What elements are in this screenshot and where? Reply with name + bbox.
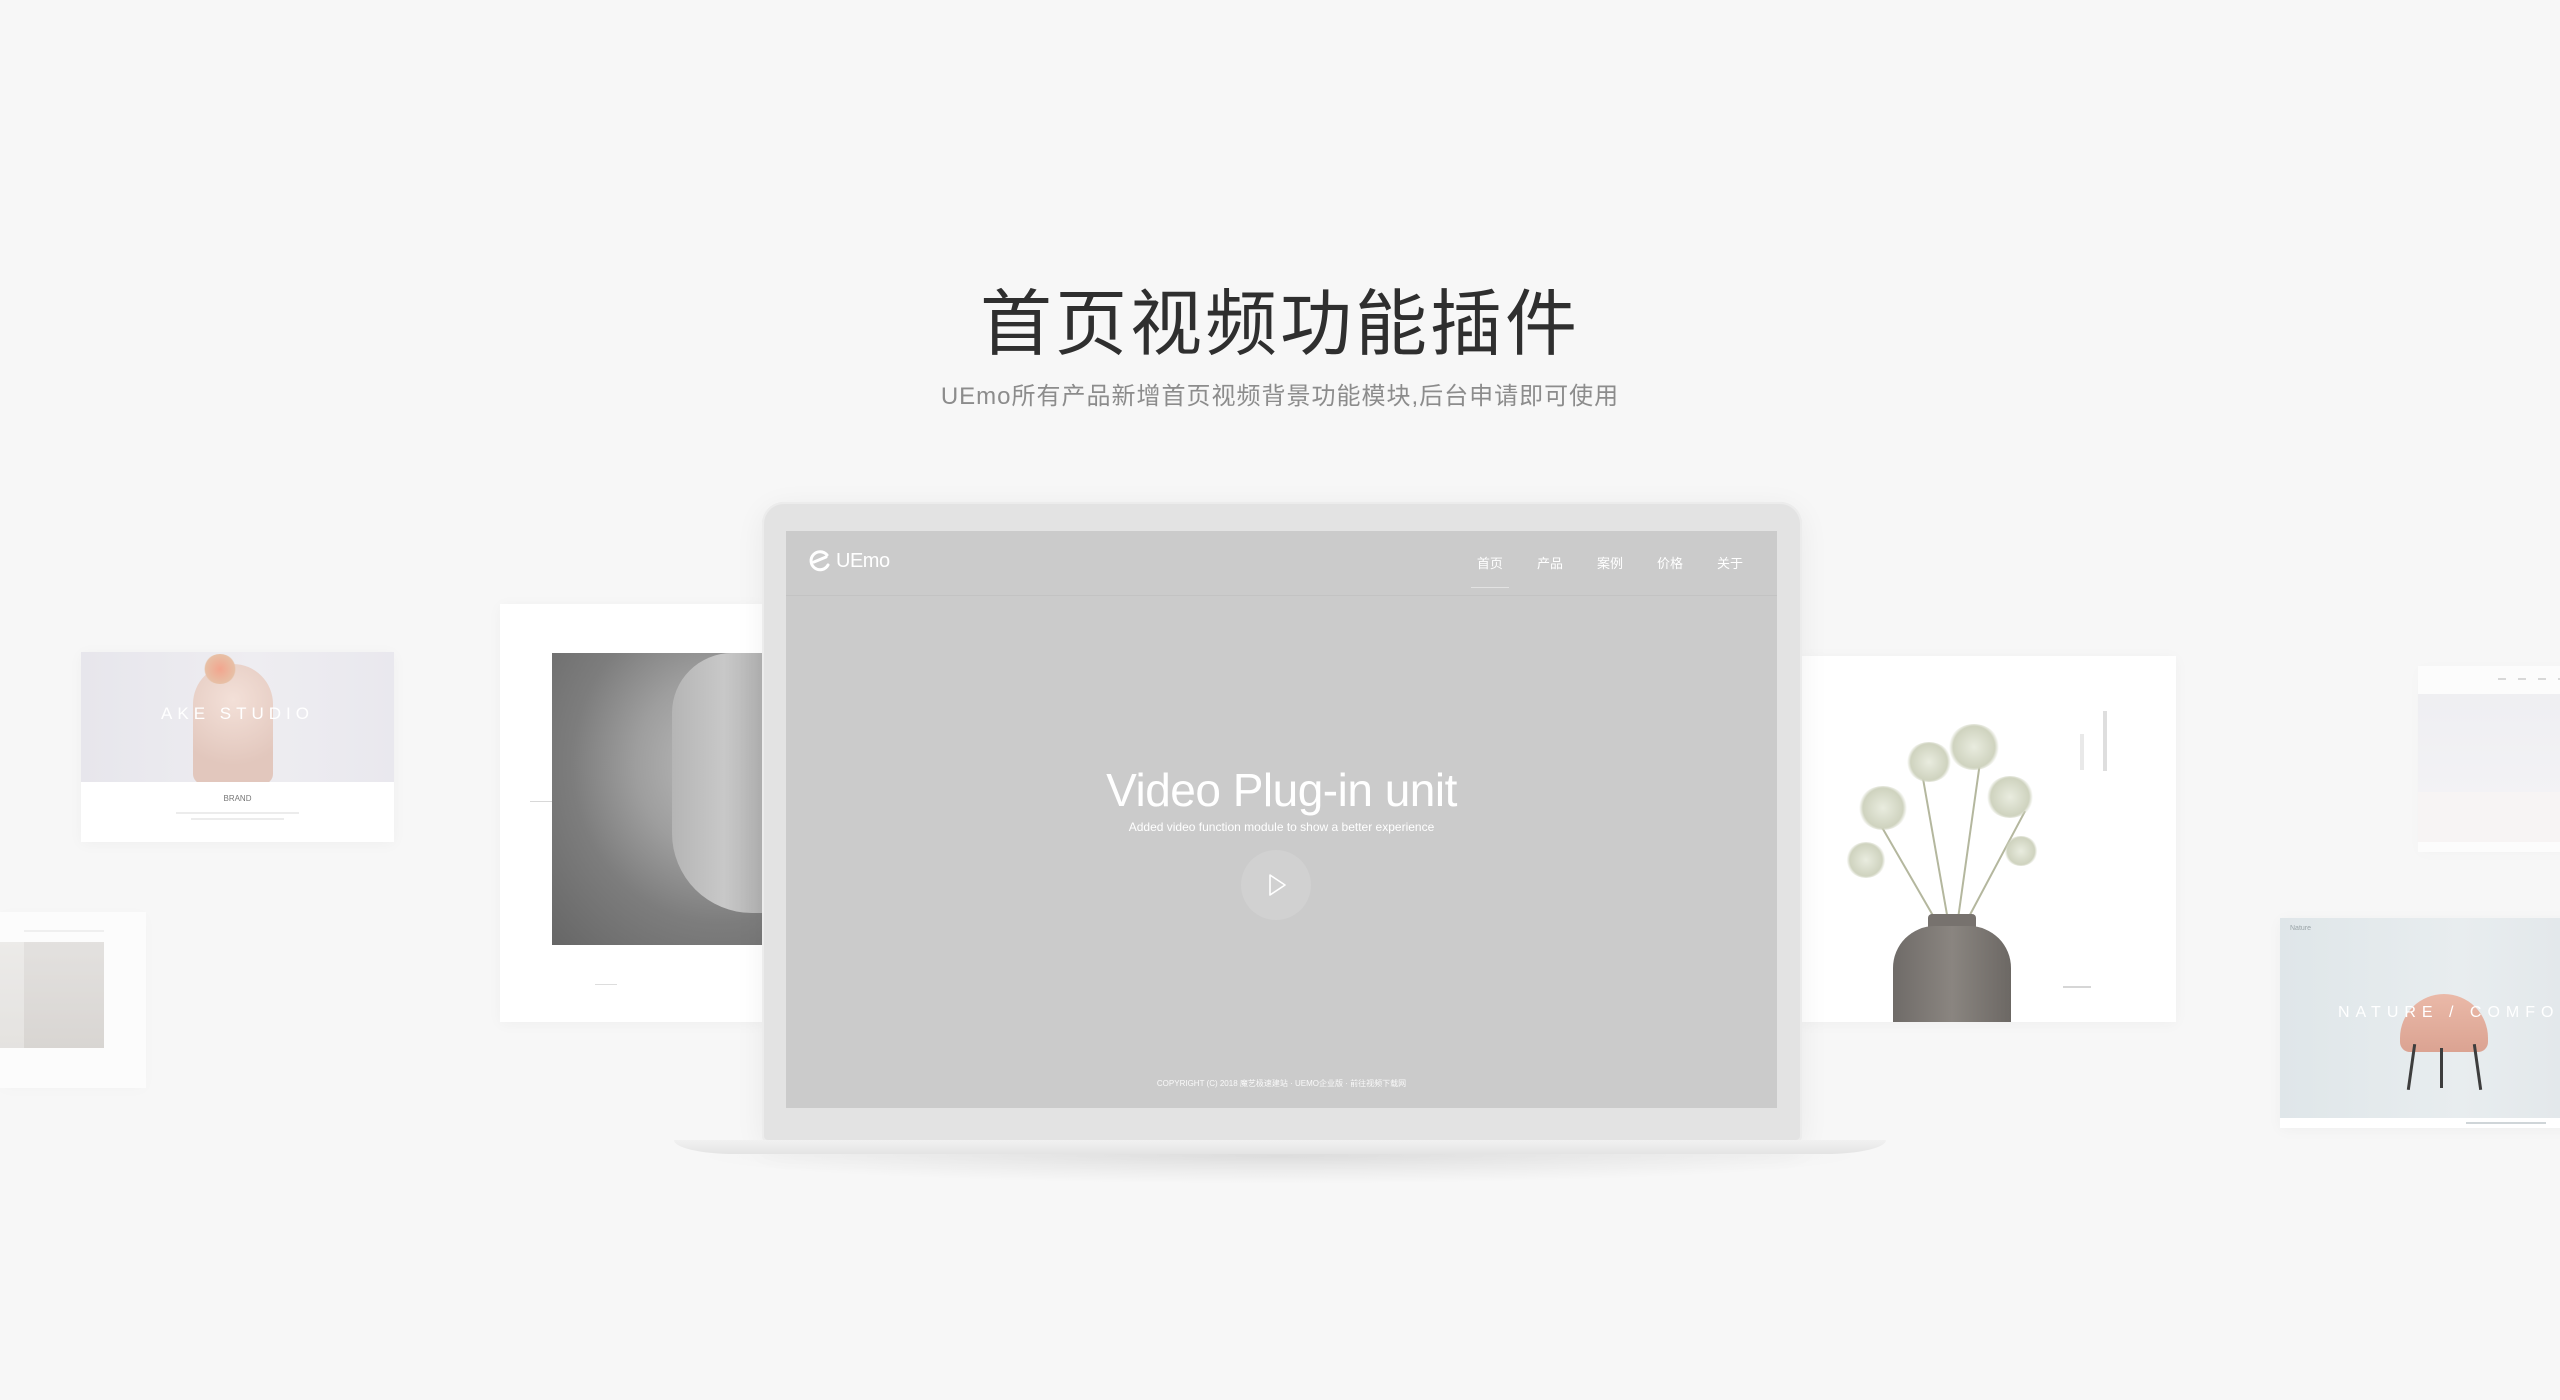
page-title: 首页视频功能插件 — [979, 285, 1580, 365]
play-icon — [1269, 874, 1286, 896]
nav-divider — [786, 595, 1777, 596]
card-divider — [2466, 1122, 2546, 1124]
card-nav-dot — [2498, 678, 2506, 680]
site-nav: 首页 产品 案例 价格 关于 — [1443, 553, 1743, 588]
template-preview-card-portrait — [500, 604, 766, 1022]
card-image — [0, 942, 24, 1048]
laptop-screen: UEmo 首页 产品 案例 价格 关于 Video Plug-in unit A… — [786, 531, 1777, 1108]
template-preview-card-right-top — [2418, 666, 2560, 852]
card-portrait-photo — [552, 653, 766, 945]
template-preview-card-vase — [1798, 656, 2176, 1022]
plant-bloom — [1846, 842, 1886, 878]
card-text-line — [176, 812, 299, 814]
card-divider — [24, 930, 104, 932]
plant-bloom — [1858, 786, 1908, 830]
plant-stem — [1963, 810, 2026, 927]
video-subtitle: Added video function module to show a be… — [1128, 820, 1435, 834]
card-title: NATURE / COMFORT — [2338, 1004, 2560, 1021]
card-tag: BRAND — [223, 794, 252, 803]
chair-leg — [2440, 1048, 2443, 1088]
card-divider — [2063, 986, 2091, 988]
card-nav-dot — [2538, 678, 2546, 680]
site-logo-text: UEmo — [836, 549, 890, 572]
template-preview-card-studio: AKE STUDIO BRAND — [81, 652, 394, 842]
card-vertical-text — [2080, 734, 2084, 770]
page-subtitle: UEmo所有产品新增首页视频背景功能模块,后台申请即可使用 — [940, 383, 1620, 410]
card-text-line — [191, 818, 284, 820]
template-preview-card-left-bottom — [0, 912, 146, 1088]
card-nav-dot — [2518, 678, 2526, 680]
flower-decoration — [203, 654, 237, 684]
template-preview-card-chair: Nature NATURE / COMFORT — [2280, 918, 2560, 1128]
card-divider — [595, 984, 617, 985]
card-section — [2418, 792, 2560, 842]
card-image — [24, 942, 104, 1048]
uemo-logo-icon — [809, 550, 830, 572]
plant-stem — [1878, 821, 1940, 927]
play-button[interactable] — [1241, 850, 1311, 920]
nav-item-cases[interactable]: 案例 — [1597, 553, 1623, 572]
card-logo: Nature — [2290, 925, 2312, 932]
site-logo[interactable]: UEmo — [808, 549, 890, 573]
vase — [1893, 926, 2011, 1022]
nav-item-products[interactable]: 产品 — [1537, 553, 1563, 572]
video-title: Video Plug-in unit — [1106, 764, 1457, 816]
nav-item-pricing[interactable]: 价格 — [1657, 553, 1683, 572]
plant-bloom — [1906, 742, 1952, 782]
card-hero-image: AKE STUDIO — [81, 652, 394, 782]
card-hero-image — [2418, 694, 2560, 792]
plant-bloom — [1986, 776, 2034, 818]
site-footer: COPYRIGHT (C) 2018 魔艺极速建站 · UEMO企业版 · 前往… — [1156, 1079, 1407, 1088]
laptop-base — [674, 1140, 1886, 1154]
card-brand: AKE STUDIO — [161, 704, 314, 723]
nav-item-home[interactable]: 首页 — [1470, 553, 1509, 588]
plant-bloom — [1948, 724, 2000, 770]
plant-bloom — [2004, 836, 2038, 866]
card-vertical-text — [2103, 711, 2107, 771]
card-hero-image: Nature NATURE / COMFORT — [2280, 918, 2560, 1118]
portrait-face — [672, 653, 766, 913]
laptop-mockup: UEmo 首页 产品 案例 价格 关于 Video Plug-in unit A… — [762, 502, 1802, 1142]
nav-item-about[interactable]: 关于 — [1717, 553, 1743, 572]
